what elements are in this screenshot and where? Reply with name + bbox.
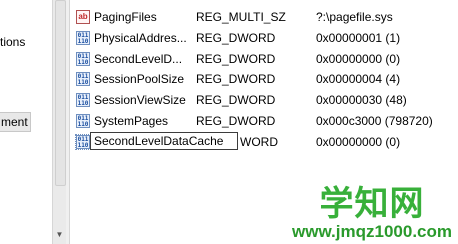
dword-value-icon: 011 110 bbox=[76, 93, 90, 107]
watermark-title: 学知网 bbox=[319, 184, 425, 224]
dword-value-icon: 011 110 bbox=[75, 134, 91, 150]
tree-item[interactable]: tions bbox=[0, 33, 25, 51]
string-value-icon: ab bbox=[76, 10, 90, 24]
value-name: PagingFiles bbox=[94, 10, 157, 24]
value-data: 0x00000030 (48) bbox=[316, 93, 407, 107]
value-data: 0x000c3000 (798720) bbox=[316, 114, 433, 128]
list-item[interactable]: 011 110 SessionPoolSize REG_DWORD 0x00000… bbox=[70, 68, 458, 90]
list-item[interactable]: 011 110 PhysicalAddres... REG_DWORD 0x000… bbox=[70, 27, 458, 49]
tree-item-selected[interactable]: ment bbox=[0, 112, 31, 132]
value-type: REG_MULTI_SZ bbox=[196, 10, 286, 24]
value-type: REG_DWORD bbox=[196, 114, 276, 128]
list-item-editing[interactable]: 011110 WORD 0x00000000 (0) bbox=[70, 131, 458, 153]
scroll-down-arrow-icon[interactable]: ▼ bbox=[53, 228, 66, 242]
value-data: 0x00000004 (4) bbox=[316, 72, 401, 86]
list-item[interactable]: 011 110 SystemPages REG_DWORD 0x000c3000 … bbox=[70, 110, 458, 132]
value-name: SystemPages bbox=[94, 114, 169, 128]
tree-vertical-scrollbar[interactable]: ▼ bbox=[52, 0, 66, 244]
registry-key-tree[interactable]: tions ment bbox=[0, 0, 52, 244]
value-name: PhysicalAddres... bbox=[94, 31, 187, 45]
value-type: REG_DWORD bbox=[196, 31, 276, 45]
dword-value-icon: 011 110 bbox=[76, 114, 90, 128]
list-item[interactable]: 011 110 SessionViewSize REG_DWORD 0x00000… bbox=[70, 89, 458, 111]
scrollbar-thumb[interactable] bbox=[55, 0, 66, 186]
dword-value-icon: 011 110 bbox=[76, 52, 90, 66]
site-watermark: 学知网 www.jmqz1000.com bbox=[292, 186, 452, 242]
value-name: SessionPoolSize bbox=[94, 72, 185, 86]
value-name: SessionViewSize bbox=[94, 93, 186, 107]
value-data: ?:\pagefile.sys bbox=[316, 10, 393, 24]
value-data: 0x00000000 (0) bbox=[316, 135, 401, 149]
value-data: 0x00000001 (1) bbox=[316, 31, 401, 45]
watermark-url: www.jmqz1000.com bbox=[292, 222, 452, 241]
dword-value-icon: 011 110 bbox=[76, 31, 90, 45]
rename-value-input[interactable] bbox=[90, 132, 238, 150]
list-item[interactable]: ab PagingFiles REG_MULTI_SZ ?:\pagefile.… bbox=[70, 6, 458, 28]
value-type: REG_DWORD bbox=[196, 93, 276, 107]
value-type: REG_DWORD bbox=[196, 72, 276, 86]
list-item[interactable]: 011 110 SecondLevelD... REG_DWORD 0x00000… bbox=[70, 48, 458, 70]
value-type: WORD bbox=[240, 135, 278, 149]
value-name: SecondLevelD... bbox=[94, 52, 183, 66]
registry-value-list[interactable]: ab PagingFiles REG_MULTI_SZ ?:\pagefile.… bbox=[70, 0, 458, 244]
value-type: REG_DWORD bbox=[196, 52, 276, 66]
value-data: 0x00000000 (0) bbox=[316, 52, 401, 66]
dword-value-icon: 011 110 bbox=[76, 72, 90, 86]
